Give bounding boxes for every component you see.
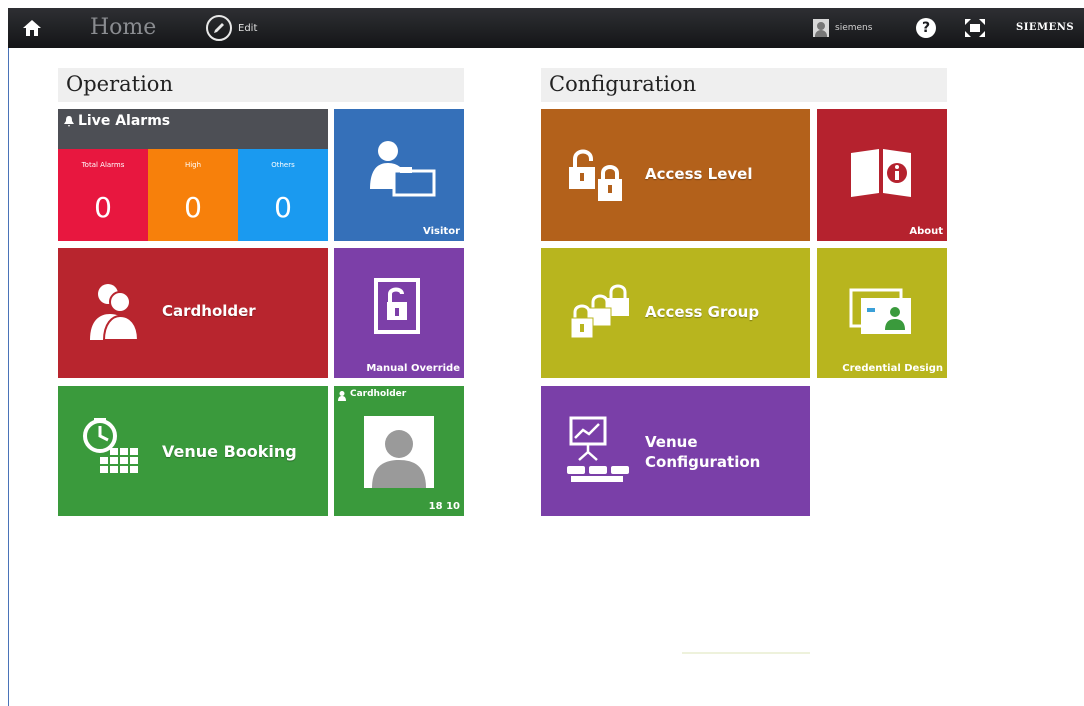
edit-label: Edit bbox=[238, 22, 258, 34]
manual-override-label: Manual Override bbox=[366, 363, 460, 374]
presentation-board-icon bbox=[567, 416, 629, 482]
user-name: siemens bbox=[835, 23, 873, 33]
access-level-label: Access Level bbox=[645, 165, 753, 183]
operation-header: Operation bbox=[58, 68, 464, 102]
access-level-tile[interactable]: Access Level bbox=[541, 109, 810, 241]
high-alarms-label: High bbox=[184, 161, 202, 169]
venue-booking-label: Venue Booking bbox=[162, 442, 297, 461]
credential-design-label: Credential Design bbox=[842, 363, 943, 374]
cardholder-tile[interactable]: Cardholder bbox=[58, 248, 328, 378]
venue-configuration-tile[interactable]: Venue Configuration bbox=[541, 386, 810, 516]
about-label: About bbox=[909, 226, 943, 237]
bell-icon bbox=[64, 116, 74, 127]
pencil-icon bbox=[206, 15, 232, 41]
access-group-locks-icon bbox=[570, 284, 629, 339]
venue-configuration-label: Venue Configuration bbox=[645, 432, 760, 472]
total-alarms-cell[interactable]: Total Alarms 0 bbox=[58, 149, 148, 241]
venue-configuration-label-line2: Configuration bbox=[645, 453, 761, 471]
home-icon[interactable] bbox=[22, 18, 42, 38]
left-border bbox=[8, 48, 9, 706]
high-alarms-cell[interactable]: High 0 bbox=[148, 149, 238, 241]
about-tile[interactable]: About bbox=[817, 109, 947, 241]
cardholder-label: Cardholder bbox=[162, 302, 256, 320]
total-alarms-value: 0 bbox=[94, 191, 112, 224]
live-alarms-tile[interactable]: Live Alarms Total Alarms 0 High 0 Others… bbox=[58, 109, 328, 241]
cardholder-icon bbox=[90, 284, 140, 341]
visitor-label: Visitor bbox=[423, 226, 460, 237]
other-alarms-value: 0 bbox=[274, 191, 292, 224]
live-alarms-header: Live Alarms bbox=[58, 109, 328, 149]
help-icon[interactable]: ? bbox=[916, 18, 936, 38]
other-alarms-label: Others bbox=[271, 161, 295, 169]
cardholder-preview-title: Cardholder bbox=[350, 389, 407, 399]
user-menu[interactable]: siemens bbox=[813, 19, 872, 37]
brand-logo: SIEMENS bbox=[1016, 22, 1075, 33]
decorative-divider bbox=[682, 652, 810, 654]
access-group-tile[interactable]: Access Group bbox=[541, 248, 810, 378]
credential-design-tile[interactable]: Credential Design bbox=[817, 248, 947, 378]
visitor-icon bbox=[370, 141, 436, 197]
cardholder-preview-tile[interactable]: Cardholder 18 10 bbox=[334, 386, 464, 516]
live-alarms-title: Live Alarms bbox=[78, 113, 171, 129]
top-bar: Home Edit siemens ? SIEMENS bbox=[8, 8, 1084, 48]
venue-booking-tile[interactable]: Venue Booking bbox=[58, 386, 328, 516]
cardholder-preview-id: 18 10 bbox=[428, 501, 460, 512]
unlock-door-icon bbox=[374, 278, 420, 334]
credential-card-icon bbox=[849, 288, 911, 334]
person-icon bbox=[338, 391, 346, 401]
user-avatar-icon bbox=[813, 19, 829, 37]
fullscreen-icon[interactable] bbox=[964, 18, 986, 38]
venue-configuration-label-line1: Venue bbox=[645, 433, 698, 451]
other-alarms-cell[interactable]: Others 0 bbox=[238, 149, 328, 241]
manual-override-tile[interactable]: Manual Override bbox=[334, 248, 464, 378]
visitor-tile[interactable]: Visitor bbox=[334, 109, 464, 241]
info-book-icon bbox=[851, 149, 911, 197]
total-alarms-label: Total Alarms bbox=[81, 161, 125, 169]
profile-photo-placeholder-icon bbox=[364, 416, 434, 488]
high-alarms-value: 0 bbox=[184, 191, 202, 224]
access-group-label: Access Group bbox=[645, 303, 760, 321]
access-level-locks-icon bbox=[569, 149, 622, 201]
page-title: Home bbox=[90, 15, 157, 40]
edit-button[interactable]: Edit bbox=[206, 15, 257, 41]
configuration-header: Configuration bbox=[541, 68, 947, 102]
calendar-clock-icon bbox=[83, 418, 138, 473]
